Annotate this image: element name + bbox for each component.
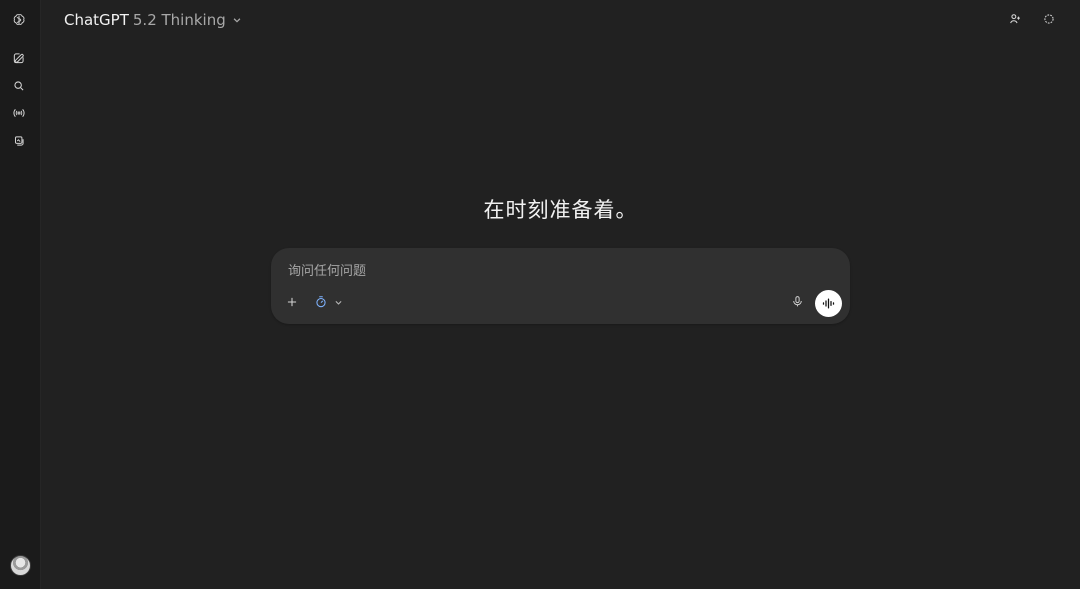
search-icon (14, 81, 24, 91)
refresh-button[interactable] (1040, 10, 1058, 28)
add-attachment-button[interactable] (282, 292, 302, 312)
voice-mode-button[interactable] (815, 290, 842, 317)
new-chat-icon (13, 53, 24, 64)
left-sidebar (0, 0, 41, 589)
openai-logo-icon[interactable] (8, 9, 30, 31)
chatgpt-app: ChatGPT 5.2 Thinking 在时刻准备着。 (0, 0, 1080, 589)
top-right-actions (1006, 10, 1058, 28)
thinking-mode-selector[interactable] (311, 292, 345, 312)
avatar[interactable] (10, 555, 31, 576)
main-panel: ChatGPT 5.2 Thinking 在时刻准备着。 (41, 0, 1080, 589)
library-icon (15, 136, 24, 146)
chevron-down-icon (334, 300, 342, 305)
broadcast-button[interactable] (8, 102, 30, 124)
model-switcher[interactable]: ChatGPT 5.2 Thinking (64, 9, 242, 31)
composer (271, 248, 850, 324)
search-button[interactable] (8, 75, 30, 97)
voice-wave-icon (822, 298, 835, 309)
page-title: 在时刻准备着。 (483, 198, 638, 222)
microphone-button[interactable] (788, 292, 806, 310)
profile-icon (1010, 14, 1020, 24)
broadcast-icon (13, 109, 25, 117)
microphone-icon (792, 295, 802, 306)
chevron-down-icon (233, 18, 241, 23)
prompt-input[interactable] (286, 260, 770, 282)
plus-icon (287, 297, 297, 307)
refresh-icon (1044, 14, 1054, 24)
model-version: 5.2 Thinking (132, 11, 226, 29)
library-button[interactable] (8, 130, 30, 152)
model-name: ChatGPT (64, 11, 129, 29)
thinking-mode-icon (315, 296, 326, 308)
new-chat-button[interactable] (8, 47, 30, 69)
profile-button[interactable] (1006, 10, 1024, 28)
